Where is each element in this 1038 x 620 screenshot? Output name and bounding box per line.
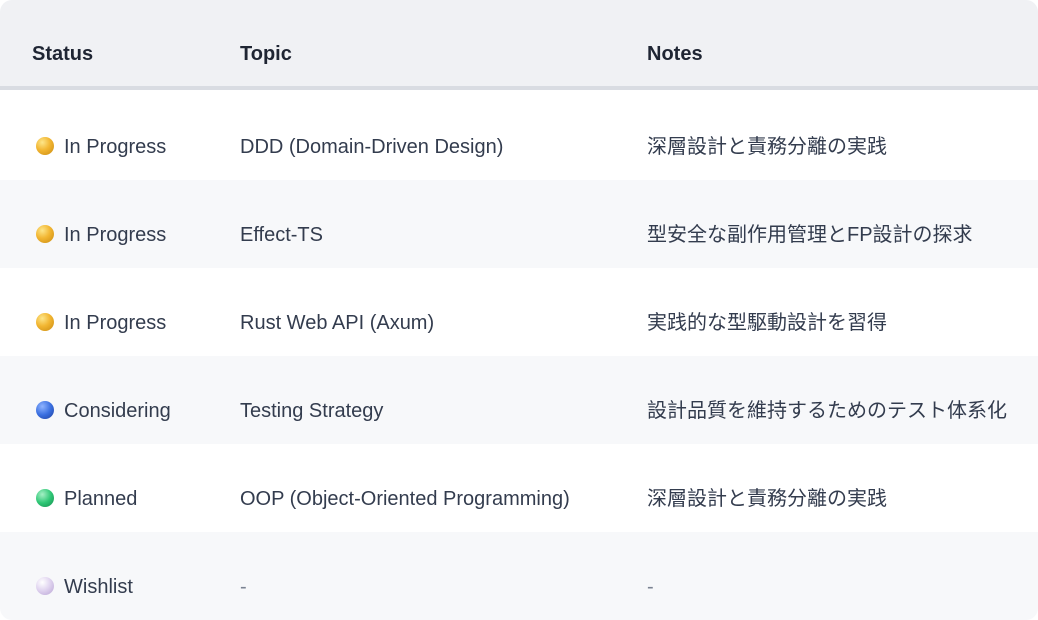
table-row[interactable]: Wishlist - - — [0, 532, 1038, 620]
table-row[interactable]: Considering Testing Strategy 設計品質を維持するため… — [0, 356, 1038, 444]
roadmap-table: Status Topic Notes In Progress DDD (Doma… — [0, 0, 1038, 620]
table-row[interactable]: In Progress DDD (Domain-Driven Design) 深… — [0, 103, 1038, 191]
status-cell: In Progress — [36, 191, 166, 279]
header-notes[interactable]: Notes — [647, 0, 703, 86]
status-cell: In Progress — [36, 279, 166, 367]
table-header-row: Status Topic Notes — [0, 0, 1038, 90]
status-label: Wishlist — [64, 576, 133, 598]
status-label: Planned — [64, 488, 138, 510]
status-cell: In Progress — [36, 103, 166, 191]
status-dot-considering-icon — [36, 400, 54, 419]
topic-cell: Testing Strategy — [240, 400, 384, 422]
status-cell: Wishlist — [36, 543, 133, 620]
table-row[interactable]: In Progress Effect-TS 型安全な副作用管理とFP設計の探求 — [0, 180, 1038, 268]
topic-cell: DDD (Domain-Driven Design) — [240, 136, 504, 158]
status-dot-wishlist-icon — [36, 576, 54, 595]
status-label: In Progress — [64, 136, 167, 158]
topic-cell: Effect-TS — [240, 224, 323, 246]
table-row[interactable]: Planned OOP (Object-Oriented Programming… — [0, 444, 1038, 532]
status-label: In Progress — [64, 312, 167, 334]
status-label: Considering — [64, 400, 171, 422]
header-status[interactable]: Status — [32, 0, 93, 86]
status-cell: Planned — [36, 455, 137, 543]
notes-cell: 型安全な副作用管理とFP設計の探求 — [647, 224, 973, 246]
notes-cell: - — [647, 576, 654, 598]
status-dot-in-progress-icon — [36, 136, 54, 155]
status-dot-in-progress-icon — [36, 224, 54, 243]
table-row[interactable]: In Progress Rust Web API (Axum) 実践的な型駆動設… — [0, 268, 1038, 356]
topic-cell: OOP (Object-Oriented Programming) — [240, 488, 570, 510]
header-topic[interactable]: Topic — [240, 0, 292, 86]
topic-cell: - — [240, 576, 247, 598]
notes-cell: 深層設計と責務分離の実践 — [647, 136, 887, 158]
status-dot-planned-icon — [36, 488, 54, 507]
status-label: In Progress — [64, 224, 167, 246]
status-dot-in-progress-icon — [36, 312, 54, 331]
notes-cell: 実践的な型駆動設計を習得 — [647, 312, 887, 334]
notes-cell: 深層設計と責務分離の実践 — [647, 488, 887, 510]
status-cell: Considering — [36, 367, 171, 455]
notes-cell: 設計品質を維持するためのテスト体系化 — [647, 400, 1007, 422]
topic-cell: Rust Web API (Axum) — [240, 312, 435, 334]
